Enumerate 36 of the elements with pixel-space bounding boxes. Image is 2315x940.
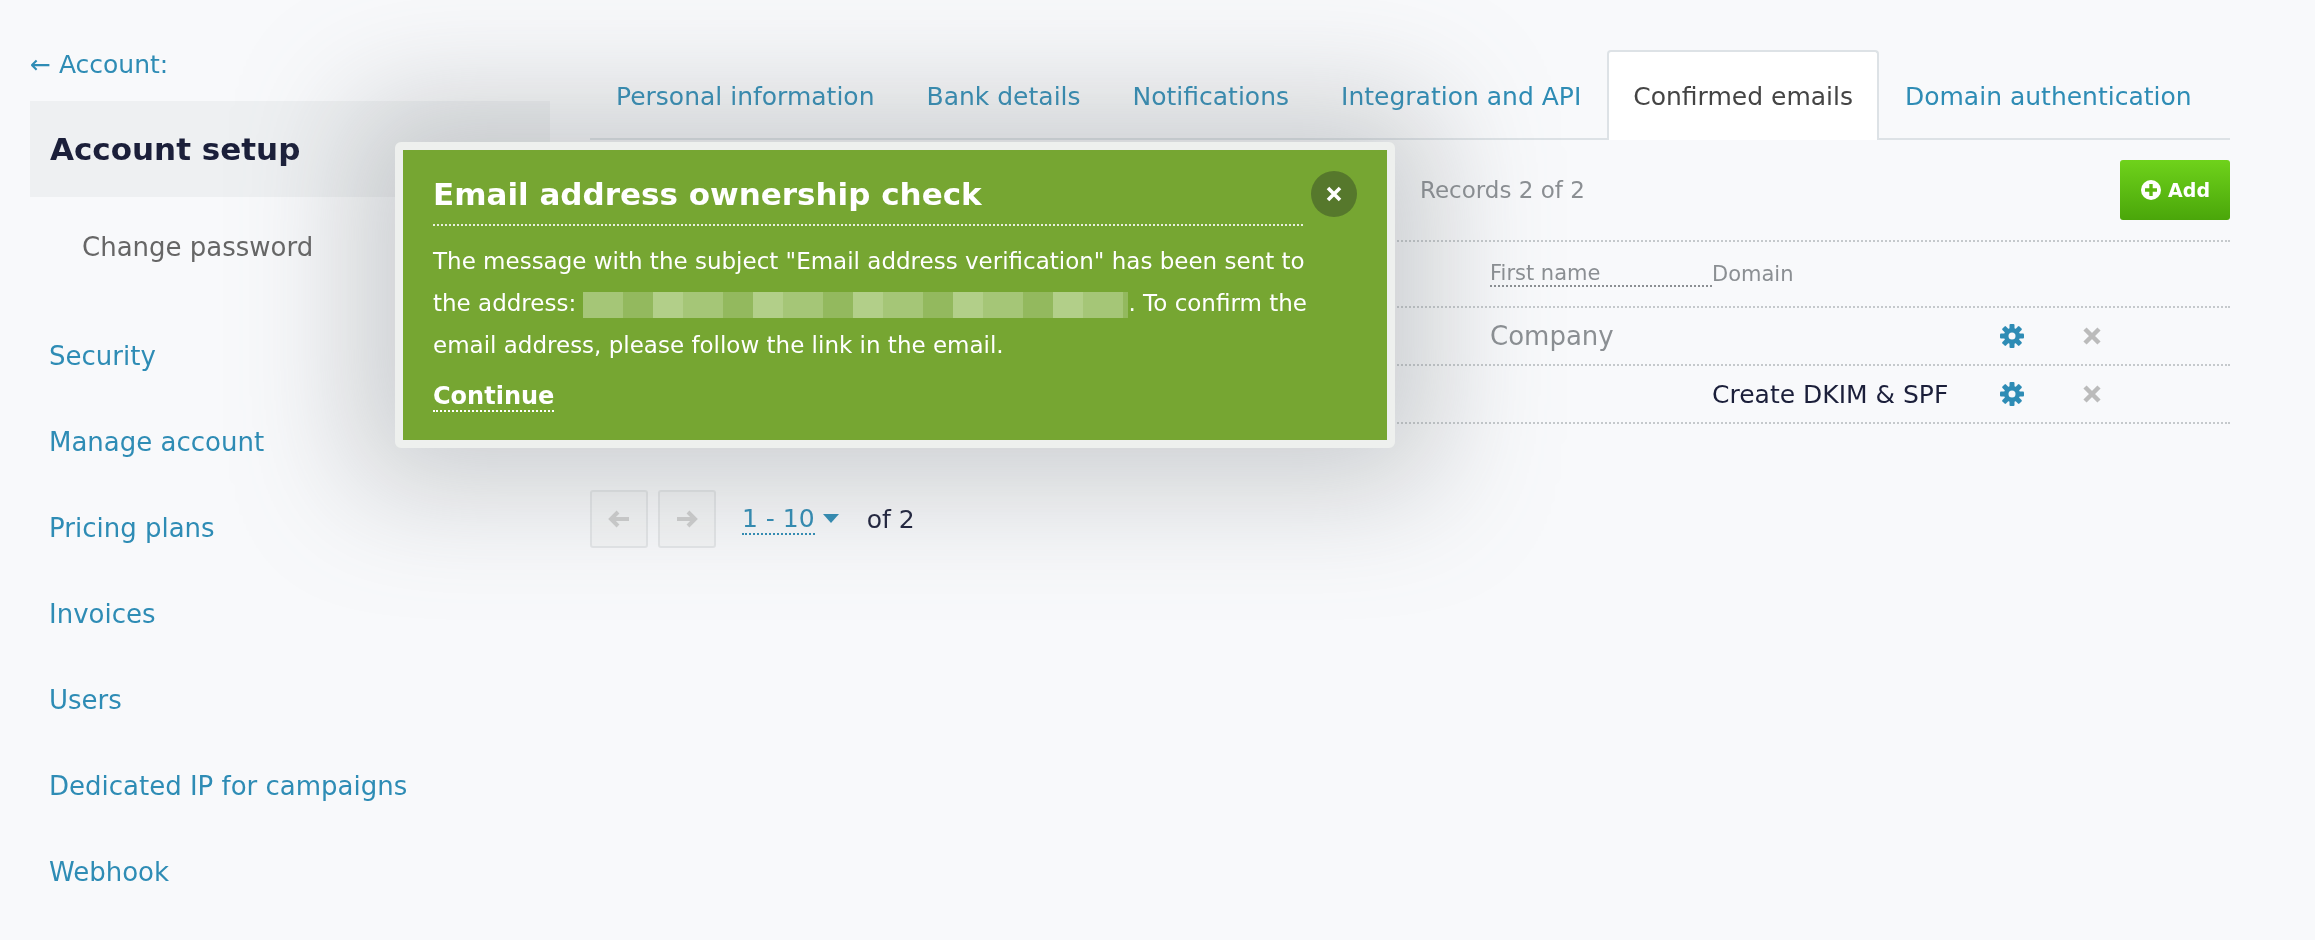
close-button[interactable] — [1311, 171, 1357, 217]
close-icon — [1325, 185, 1343, 203]
continue-link[interactable]: Continue — [433, 382, 555, 412]
tab[interactable]: Personal information — [590, 50, 901, 140]
plus-circle-icon — [2140, 179, 2163, 201]
delete-icon[interactable] — [2082, 384, 2102, 404]
page-total: of 2 — [866, 504, 915, 534]
tab[interactable]: Integration and API — [1315, 50, 1608, 140]
table-cell: Company — [1490, 321, 1614, 351]
sidebar-subitem[interactable]: Change password — [30, 209, 314, 285]
sidebar-item[interactable]: Webhook — [49, 829, 170, 915]
add-button[interactable]: Add — [2120, 160, 2230, 220]
column-header: Domain — [1712, 262, 1795, 286]
page-size-dropdown[interactable]: 1 - 10 — [742, 503, 839, 535]
right-arrow-icon — [675, 509, 699, 529]
sidebar-item[interactable]: Security — [49, 313, 156, 399]
dialog-title: Email address ownership check — [433, 176, 1303, 226]
left-arrow-icon — [607, 509, 631, 529]
dialog-message: The message with the subject "Email address verification" has been sent to the address: . To confirm the email address, please follow the link in the email. — [433, 247, 1308, 360]
column-header[interactable]: First name — [1490, 261, 1712, 287]
domain-link[interactable]: Create DKIM & SPF — [1712, 379, 1949, 409]
sidebar-item[interactable]: Dedicated IP for campaigns — [49, 743, 408, 829]
previous-page-button[interactable] — [590, 490, 648, 548]
sidebar-item[interactable]: Manage account — [49, 399, 265, 485]
delete-icon[interactable] — [2082, 326, 2102, 346]
back-link[interactable]: ← Account: — [30, 50, 169, 79]
tab[interactable]: Bank details — [900, 50, 1107, 140]
tab[interactable]: Domain authentication — [1878, 50, 2218, 140]
tab[interactable]: Confirmed emails — [1607, 50, 1879, 140]
sidebar-item[interactable]: Users — [49, 657, 122, 743]
records-count: Records 2 of 2 — [1420, 177, 1585, 203]
caret-icon — [822, 514, 839, 524]
tab[interactable]: Notifications — [1106, 50, 1316, 140]
sidebar-item[interactable]: Invoices — [49, 571, 156, 657]
next-page-button[interactable] — [658, 490, 716, 548]
sidebar-item[interactable]: Pricing plans — [49, 485, 215, 571]
